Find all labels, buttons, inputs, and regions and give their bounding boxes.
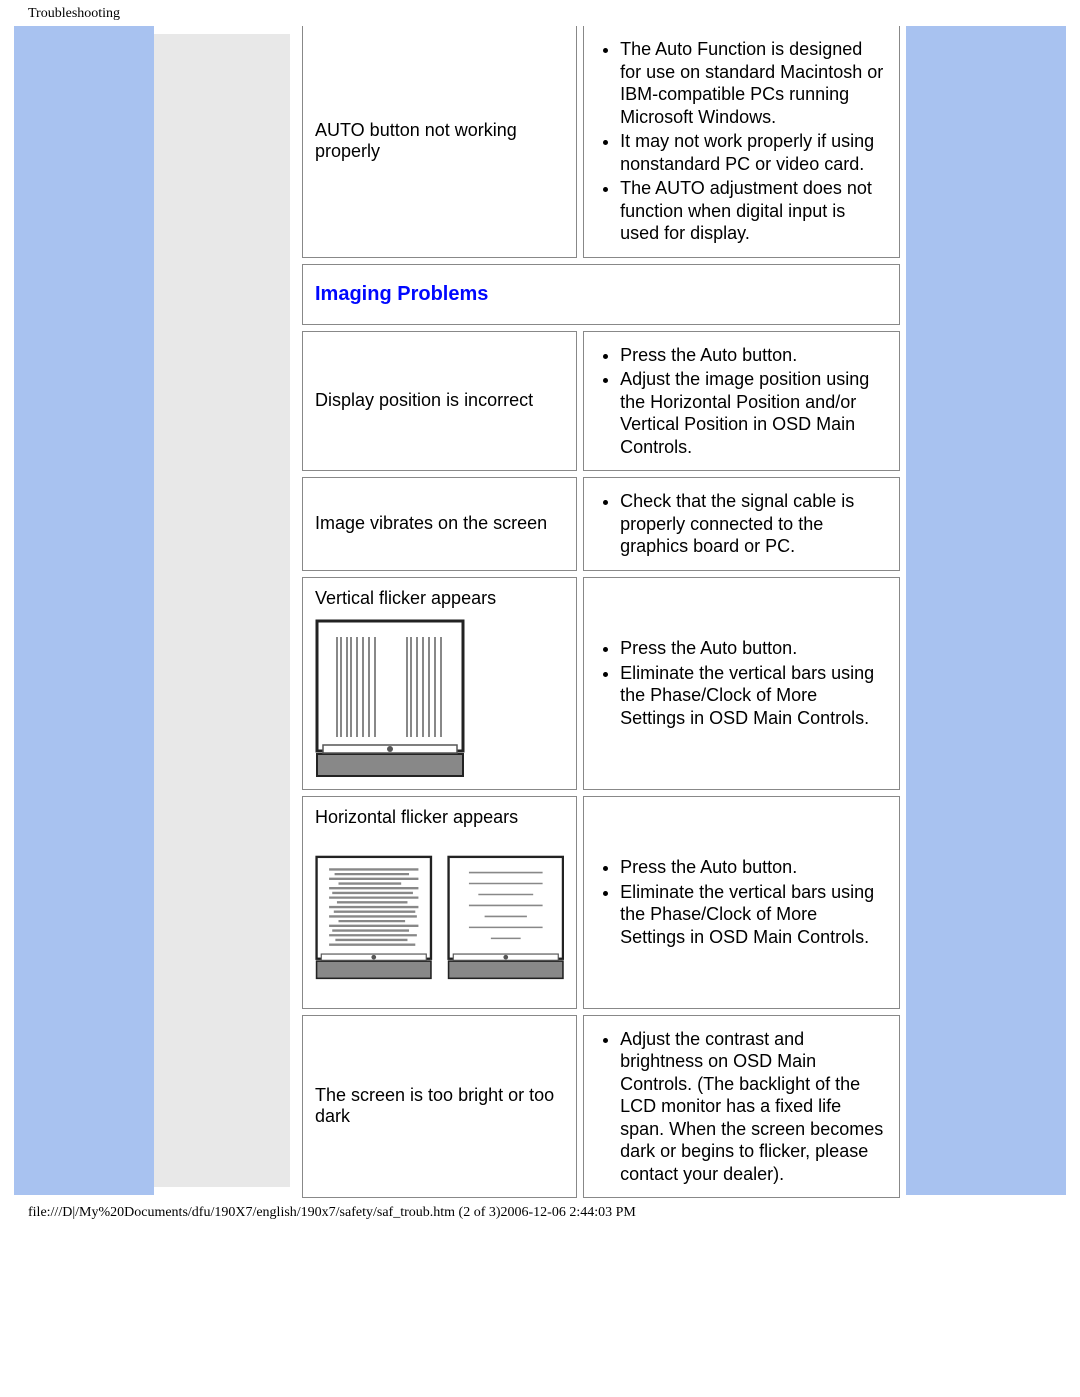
row-horizontal-flicker: Horizontal flicker appears <box>302 796 900 1009</box>
cell-label: The screen is too bright or too dark <box>302 1015 577 1199</box>
main-column: AUTO button not working properly The Aut… <box>302 26 900 1195</box>
cell-solution: Adjust the contrast and brightness on OS… <box>583 1015 900 1199</box>
solution-list: Adjust the contrast and brightness on OS… <box>620 1026 887 1188</box>
label-text: AUTO button not working properly <box>315 120 564 162</box>
solution-list: Press the Auto button. Eliminate the ver… <box>620 854 887 950</box>
cell-label: AUTO button not working properly <box>302 26 577 258</box>
cell-solution: Press the Auto button. Eliminate the ver… <box>583 796 900 1009</box>
frame: AUTO button not working properly The Aut… <box>14 26 1066 1195</box>
list-item: The Auto Function is designed for use on… <box>620 38 887 128</box>
section-heading: Imaging Problems <box>315 283 887 306</box>
section-heading-cell: Imaging Problems <box>302 264 900 325</box>
label-text: Image vibrates on the screen <box>315 513 564 534</box>
list-item: Adjust the image position using the Hori… <box>620 368 887 458</box>
list-item: The AUTO adjustment does not function wh… <box>620 177 887 245</box>
content-area: AUTO button not working properly The Aut… <box>154 26 906 1195</box>
row-display-position: Display position is incorrect Press the … <box>302 331 900 472</box>
list-item: Press the Auto button. <box>620 637 887 660</box>
solution-list: Press the Auto button. Eliminate the ver… <box>620 635 887 731</box>
footer-file-path: file:///D|/My%20Documents/dfu/190X7/engl… <box>28 1205 636 1221</box>
monitor-horizontal-sparse-icon <box>447 838 565 998</box>
list-item: Press the Auto button. <box>620 856 887 879</box>
cell-label: Horizontal flicker appears <box>302 796 577 1009</box>
list-item: Check that the signal cable is properly … <box>620 490 887 558</box>
solution-list: Press the Auto button. Adjust the image … <box>620 342 887 461</box>
row-brightness: The screen is too bright or too dark Adj… <box>302 1015 900 1199</box>
list-item: Press the Auto button. <box>620 344 887 367</box>
cell-label: Display position is incorrect <box>302 331 577 472</box>
cell-solution: Press the Auto button. Eliminate the ver… <box>583 577 900 790</box>
list-item: It may not work properly if using nonsta… <box>620 130 887 175</box>
illustration-row <box>315 838 564 998</box>
label-text: Display position is incorrect <box>315 390 564 411</box>
cell-solution: The Auto Function is designed for use on… <box>583 26 900 258</box>
illustration-row <box>315 619 564 779</box>
label-text: Vertical flicker appears <box>315 588 564 609</box>
list-item: Eliminate the vertical bars using the Ph… <box>620 662 887 730</box>
sidebar-placeholder <box>154 34 290 1187</box>
row-section-imaging: Imaging Problems <box>302 264 900 325</box>
solution-list: Check that the signal cable is properly … <box>620 488 887 560</box>
page-header-title: Troubleshooting <box>28 6 120 22</box>
row-image-vibrates: Image vibrates on the screen Check that … <box>302 477 900 571</box>
label-text: The screen is too bright or too dark <box>315 1085 564 1127</box>
cell-label: Vertical flicker appears <box>302 577 577 790</box>
cell-solution: Check that the signal cable is properly … <box>583 477 900 571</box>
solution-list: The Auto Function is designed for use on… <box>620 36 887 247</box>
list-item: Adjust the contrast and brightness on OS… <box>620 1028 887 1186</box>
cell-label: Image vibrates on the screen <box>302 477 577 571</box>
row-vertical-flicker: Vertical flicker appears <box>302 577 900 790</box>
row-auto-button: AUTO button not working properly The Aut… <box>302 26 900 258</box>
monitor-horizontal-dense-icon <box>315 838 433 998</box>
label-text: Horizontal flicker appears <box>315 807 564 828</box>
monitor-vertical-flicker-icon <box>315 619 465 779</box>
cell-solution: Press the Auto button. Adjust the image … <box>583 331 900 472</box>
list-item: Eliminate the vertical bars using the Ph… <box>620 881 887 949</box>
